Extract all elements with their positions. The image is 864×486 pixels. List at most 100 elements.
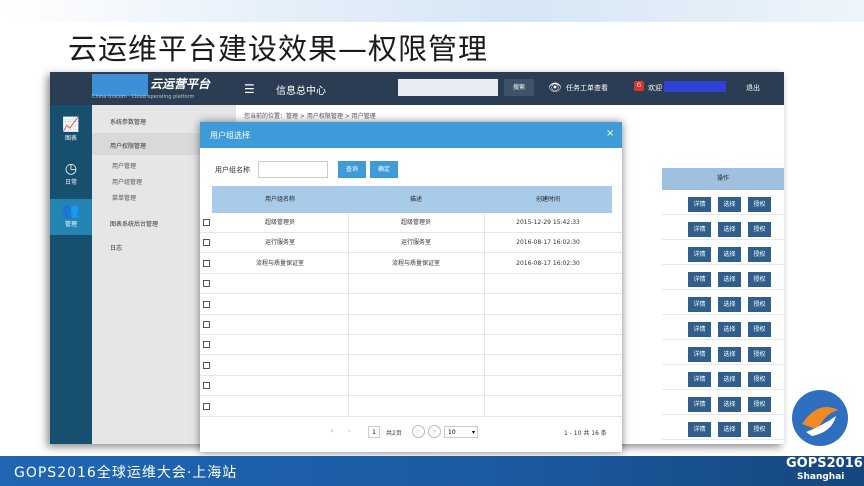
eye-icon: 👁	[548, 81, 562, 94]
sidemenu-backend-mgmt[interactable]: 图表系统后台管理	[110, 219, 158, 228]
search-button[interactable]: 搜索	[504, 79, 534, 96]
nav-manage[interactable]: 👥 管理	[50, 199, 92, 235]
select-button[interactable]: 选择	[718, 422, 741, 437]
table-row[interactable]: 运行服务室 运行服务室 2016-08-17 16:02:30	[200, 233, 622, 254]
row-checkbox[interactable]	[203, 341, 210, 349]
select-button[interactable]: 选择	[718, 347, 741, 362]
next-page-icon[interactable]: ›	[412, 425, 425, 438]
select-button[interactable]: 选择	[718, 272, 741, 287]
menu-toggle-icon[interactable]: ☰	[244, 82, 255, 96]
group-name-label: 用户组名称	[215, 166, 250, 174]
ops-row: 详情 选择 授权	[662, 193, 784, 215]
detail-button[interactable]: 详情	[688, 222, 711, 237]
first-page-icon[interactable]: «	[330, 427, 334, 435]
page-total-text: 共2页	[386, 430, 402, 437]
table-row[interactable]	[200, 376, 622, 397]
sidemenu-menu-mgmt[interactable]: 菜单管理	[112, 193, 136, 202]
left-icon-bar: 📈 图表 ◷ 日常 👥 管理	[50, 105, 92, 444]
grant-button[interactable]: 授权	[748, 347, 771, 362]
detail-button[interactable]: 详情	[688, 247, 711, 262]
detail-button[interactable]: 详情	[688, 347, 711, 362]
grant-button[interactable]: 授权	[748, 397, 771, 412]
close-icon[interactable]: ×	[606, 128, 614, 139]
detail-button[interactable]: 详情	[688, 372, 711, 387]
detail-button[interactable]: 详情	[688, 297, 711, 312]
ticket-view-link[interactable]: 任务工单查看	[566, 83, 608, 93]
row-checkbox[interactable]	[203, 239, 210, 247]
table-row[interactable]: 流程与质量保证室 流程与质量保证室 2016-08-17 16:02:30	[200, 254, 622, 274]
detail-button[interactable]: 详情	[688, 422, 711, 437]
group-name-input[interactable]	[258, 161, 328, 178]
table-row[interactable]	[200, 315, 622, 335]
sidemenu-user-group-mgmt[interactable]: 用户组管理	[112, 177, 142, 186]
page-size-select[interactable]: 10 ▾	[444, 426, 478, 438]
detail-button[interactable]: 详情	[688, 197, 711, 212]
grant-button[interactable]: 授权	[748, 372, 771, 387]
cell-created: 2016-08-17 16:02:30	[516, 259, 580, 267]
row-checkbox[interactable]	[203, 361, 210, 369]
cell-name: 运行服务室	[264, 239, 295, 247]
table-row[interactable]	[200, 356, 622, 376]
select-button[interactable]: 选择	[718, 397, 741, 412]
grant-button[interactable]: 授权	[748, 297, 771, 312]
select-button[interactable]: 选择	[718, 297, 741, 312]
ops-row: 详情 选择 授权	[662, 293, 784, 315]
nav-daily[interactable]: ◷ 日常	[50, 157, 92, 193]
ops-row: 详情 选择 授权	[662, 368, 784, 390]
sidemenu-log[interactable]: 日志	[110, 243, 122, 252]
brand-logo-text: 云运营平台	[150, 77, 211, 91]
current-page-input[interactable]: 1	[368, 426, 380, 438]
detail-button[interactable]: 详情	[688, 272, 711, 287]
row-checkbox[interactable]	[203, 300, 210, 308]
table-row[interactable]	[200, 295, 622, 315]
grant-button[interactable]: 授权	[748, 222, 771, 237]
cell-name: 超级管理员	[264, 219, 295, 226]
grant-button[interactable]: 授权	[748, 197, 771, 212]
detail-button[interactable]: 详情	[688, 322, 711, 337]
cell-desc: 流程与质量保证室	[391, 259, 440, 267]
query-button[interactable]: 查询	[338, 161, 366, 178]
select-button[interactable]: 选择	[718, 247, 741, 262]
row-checkbox[interactable]	[203, 259, 210, 267]
breadcrumb: 您当前的位置：管理 > 用户权限管理 > 用户管理	[244, 113, 376, 120]
ops-row: 详情 选择 授权	[662, 393, 784, 415]
row-checkbox[interactable]	[203, 219, 210, 226]
ops-row: 详情 选择 授权	[662, 268, 784, 290]
nav-daily-label: 日常	[64, 179, 77, 186]
record-range-text: 1 - 10 共 16 条	[564, 430, 607, 437]
sidemenu-system-params[interactable]: 系统参数管理	[110, 117, 146, 126]
search-input[interactable]	[398, 79, 498, 96]
grant-button[interactable]: 授权	[748, 247, 771, 262]
footer-logo-sub: Shanghai	[797, 472, 845, 482]
slide-top-decoration	[0, 0, 864, 22]
select-button[interactable]: 选择	[718, 322, 741, 337]
gops-emblem-icon	[792, 390, 848, 446]
grant-button[interactable]: 授权	[748, 272, 771, 287]
ops-row: 详情 选择 授权	[662, 418, 784, 440]
table-row[interactable]: 超级管理员 超级管理员 2015-12-29 15:42:33	[200, 213, 622, 233]
logout-link[interactable]: 退出	[746, 83, 760, 93]
detail-button[interactable]: 详情	[688, 397, 711, 412]
select-button[interactable]: 选择	[718, 372, 741, 387]
footer-logo: GOPS2016	[786, 456, 863, 471]
prev-page-icon[interactable]: ‹	[348, 427, 351, 435]
clock-icon: ◷	[64, 161, 78, 177]
sidemenu-user-permission[interactable]: 用户权限管理	[110, 141, 146, 150]
last-page-icon[interactable]: »	[428, 425, 441, 438]
grant-button[interactable]: 授权	[748, 322, 771, 337]
table-row[interactable]	[200, 274, 622, 295]
row-checkbox[interactable]	[203, 382, 210, 390]
select-button[interactable]: 选择	[718, 197, 741, 212]
grant-button[interactable]: 授权	[748, 422, 771, 437]
row-checkbox[interactable]	[203, 321, 210, 328]
table-row[interactable]	[200, 335, 622, 356]
footer-event-text: GOPS2016全球运维大会·上海站	[14, 465, 238, 481]
nav-chart[interactable]: 📈 图表	[50, 113, 92, 149]
confirm-button[interactable]: 确定	[370, 161, 398, 178]
cell-desc: 超级管理员	[400, 219, 431, 226]
select-button[interactable]: 选择	[718, 222, 741, 237]
table-row[interactable]	[200, 397, 622, 417]
row-checkbox[interactable]	[203, 402, 210, 410]
sidemenu-user-mgmt[interactable]: 用户管理	[112, 161, 136, 170]
row-checkbox[interactable]	[203, 280, 210, 288]
